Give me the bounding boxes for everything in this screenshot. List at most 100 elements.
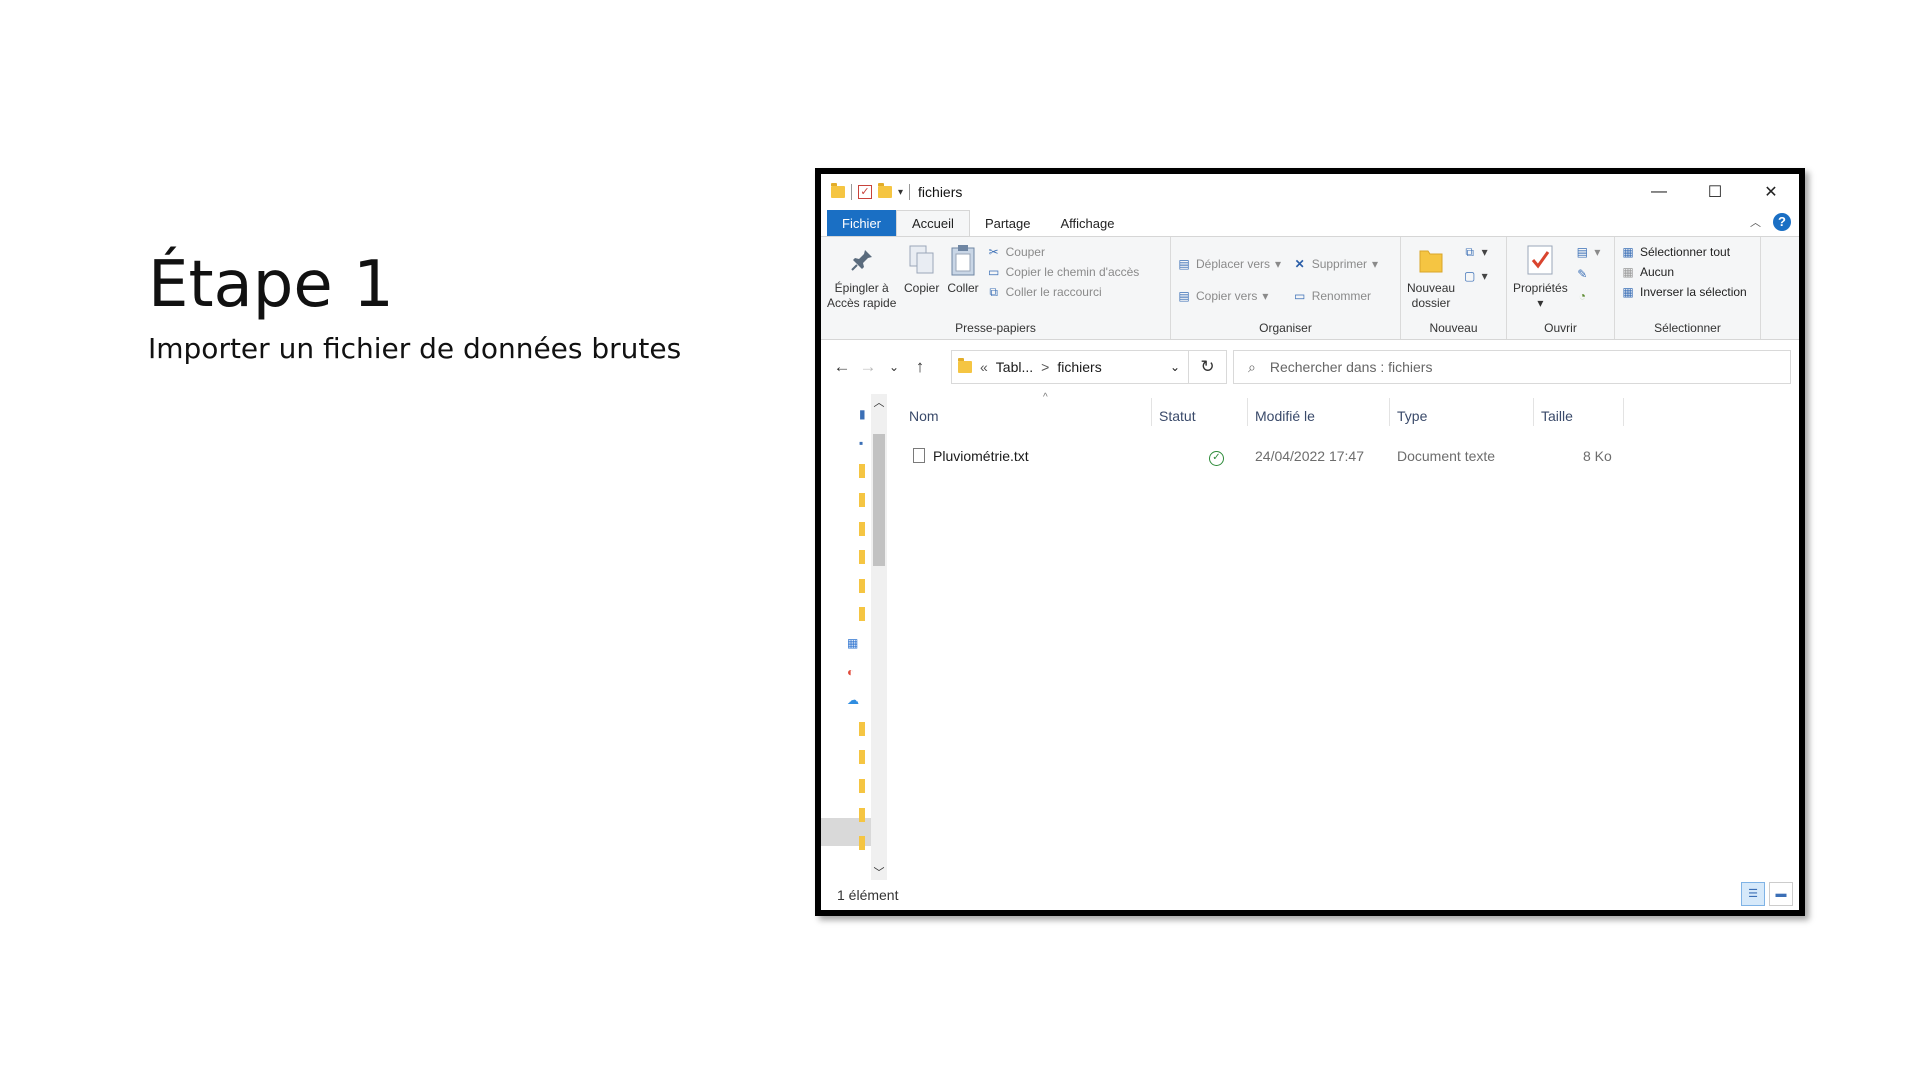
search-box[interactable]: ⌕ Rechercher dans : fichiers xyxy=(1233,350,1791,384)
paste-shortcut-button[interactable]: ⧉ Coller le raccourci xyxy=(987,285,1140,300)
column-header-type[interactable]: Type xyxy=(1397,408,1427,424)
tab-fichier[interactable]: Fichier xyxy=(827,210,897,236)
breadcrumb-item[interactable]: Tabl... xyxy=(996,359,1033,375)
nav-item[interactable] xyxy=(859,514,866,543)
dropdown-arrow-icon: ▾ xyxy=(1372,257,1379,271)
pin-quick-access-button[interactable]: Épingler à Accès rapide xyxy=(827,243,896,311)
forward-arrow-icon[interactable]: → xyxy=(855,357,881,377)
file-row[interactable]: Pluviométrie.txt ✓ 24/04/2022 17:47 Docu… xyxy=(903,442,1799,470)
easy-access-button[interactable]: ▢ ▾ xyxy=(1463,269,1488,283)
nav-item[interactable]: ▦ xyxy=(847,629,866,658)
breadcrumb-current[interactable]: fichiers xyxy=(1057,359,1101,375)
folder-icon xyxy=(859,836,865,851)
group-label-clipboard: Presse-papiers xyxy=(955,321,1036,335)
nav-items: ▮ ▪ ▦ ◐ ☁ xyxy=(847,400,866,858)
nav-item[interactable] xyxy=(859,715,866,744)
open-small-buttons: ▤ ▾ ✎ ◔ xyxy=(1575,245,1601,303)
pin-label-2: Accès rapide xyxy=(827,296,897,310)
new-folder-quick-icon[interactable] xyxy=(878,183,892,198)
column-header-status[interactable]: Statut xyxy=(1159,408,1196,424)
refresh-icon[interactable]: ↻ xyxy=(1189,350,1227,384)
nav-item-selected[interactable] xyxy=(859,800,866,829)
column-divider[interactable] xyxy=(1389,398,1390,426)
search-input[interactable]: Rechercher dans : fichiers xyxy=(1270,359,1433,375)
copy-button[interactable]: Copier xyxy=(904,243,939,296)
collapse-ribbon-icon[interactable]: ︿ xyxy=(1750,214,1761,230)
invert-selection-label: Inverser la sélection xyxy=(1640,285,1747,299)
folder-icon xyxy=(831,183,845,198)
column-header-name[interactable]: Nom xyxy=(909,408,939,424)
new-item-button[interactable]: ⧉ ▾ xyxy=(1463,245,1488,260)
folder-icon xyxy=(859,779,865,794)
nav-item[interactable]: ☁ xyxy=(847,686,866,715)
column-divider[interactable] xyxy=(1533,398,1534,426)
file-explorer-window: ✓ ▾ fichiers — ☐ ✕ Fichier Accueil Parta… xyxy=(815,168,1805,916)
select-all-icon: ▦ xyxy=(1622,245,1634,259)
scrollbar-thumb[interactable] xyxy=(873,434,885,566)
help-icon[interactable]: ? xyxy=(1773,213,1791,231)
scroll-up-icon[interactable]: ︿ xyxy=(871,394,887,410)
breadcrumb-overflow[interactable]: « xyxy=(980,359,988,375)
tab-accueil[interactable]: Accueil xyxy=(896,210,970,236)
history-button[interactable]: ◔ xyxy=(1575,289,1600,303)
folder-icon xyxy=(859,721,865,736)
back-arrow-icon[interactable]: ← xyxy=(829,357,855,377)
column-divider[interactable] xyxy=(1247,398,1248,426)
file-name-cell[interactable]: Pluviométrie.txt xyxy=(913,448,1029,464)
nav-item[interactable]: ▮ xyxy=(859,400,866,429)
address-dropdown-icon[interactable]: ⌄ xyxy=(1170,360,1180,374)
select-all-button[interactable]: ▦ Sélectionner tout xyxy=(1621,245,1747,259)
dropdown-arrow-icon: ▾ xyxy=(1481,245,1488,259)
column-header-modified[interactable]: Modifié le xyxy=(1255,408,1315,424)
properties-button[interactable]: Propriétés ▾ xyxy=(1513,243,1568,311)
cut-button[interactable]: ✂ Couper xyxy=(987,245,1140,259)
column-divider[interactable] xyxy=(1151,398,1152,426)
nav-scrollbar[interactable]: ︿ ﹀ xyxy=(871,394,887,880)
select-none-button[interactable]: ▦ Aucun xyxy=(1621,265,1747,279)
customize-toolbar-icon[interactable]: ▾ xyxy=(898,187,903,198)
large-icons-view-icon[interactable]: ▬ xyxy=(1769,882,1793,906)
minimize-button[interactable]: — xyxy=(1631,174,1687,210)
nav-item[interactable] xyxy=(859,600,866,629)
edit-icon: ✎ xyxy=(1577,267,1588,281)
open-button[interactable]: ▤ ▾ xyxy=(1575,245,1601,259)
maximize-button[interactable]: ☐ xyxy=(1687,174,1743,210)
nav-item[interactable] xyxy=(859,829,866,858)
tab-affichage[interactable]: Affichage xyxy=(1045,210,1129,236)
file-name: Pluviométrie.txt xyxy=(933,448,1029,464)
invert-selection-button[interactable]: ▦ Inverser la sélection xyxy=(1621,285,1747,299)
edit-button[interactable]: ✎ xyxy=(1575,267,1600,281)
breadcrumb-separator-icon[interactable]: > xyxy=(1041,359,1049,375)
nav-item[interactable] xyxy=(859,543,866,572)
nav-item[interactable]: ◐ xyxy=(847,657,866,686)
column-divider[interactable] xyxy=(1623,398,1624,426)
copy-label: Copier xyxy=(904,281,940,295)
nav-item[interactable] xyxy=(859,486,866,515)
copy-icon xyxy=(906,243,938,277)
scroll-down-icon[interactable]: ﹀ xyxy=(871,864,887,880)
nav-item[interactable] xyxy=(859,772,866,801)
move-to-button[interactable]: ▤ Déplacer vers ▾ xyxy=(1177,257,1281,271)
group-label-organize: Organiser xyxy=(1259,321,1312,335)
nav-item[interactable] xyxy=(859,572,866,601)
up-arrow-icon[interactable]: ↑ xyxy=(907,357,933,377)
copy-to-button[interactable]: ▤ Copier vers ▾ xyxy=(1177,289,1281,303)
tab-partage[interactable]: Partage xyxy=(970,210,1046,236)
file-status-cell: ✓ xyxy=(1209,447,1224,466)
delete-button[interactable]: ✕ Supprimer ▾ xyxy=(1293,257,1378,271)
nav-item[interactable]: ▪ xyxy=(859,429,866,458)
nav-item[interactable] xyxy=(859,457,866,486)
rename-button[interactable]: ▭ Renommer xyxy=(1293,289,1378,303)
new-folder-icon xyxy=(1415,243,1447,277)
properties-quick-icon[interactable]: ✓ xyxy=(858,185,872,199)
copy-path-button[interactable]: ▭ Copier le chemin d'accès xyxy=(987,265,1139,279)
nav-item[interactable] xyxy=(859,743,866,772)
address-bar[interactable]: « Tabl... > fichiers ⌄ xyxy=(951,350,1189,384)
new-folder-button[interactable]: Nouveau dossier xyxy=(1407,243,1455,311)
close-button[interactable]: ✕ xyxy=(1743,174,1799,210)
recent-locations-icon[interactable]: ⌄ xyxy=(881,360,907,374)
group-organiser: ▤ Déplacer vers ▾ ▤ Copier vers ▾ ✕ Supprimer… xyxy=(1171,237,1401,339)
column-header-size[interactable]: Taille xyxy=(1541,408,1573,424)
paste-button[interactable]: Coller xyxy=(947,243,979,296)
details-view-icon[interactable]: ☰ xyxy=(1741,882,1765,906)
